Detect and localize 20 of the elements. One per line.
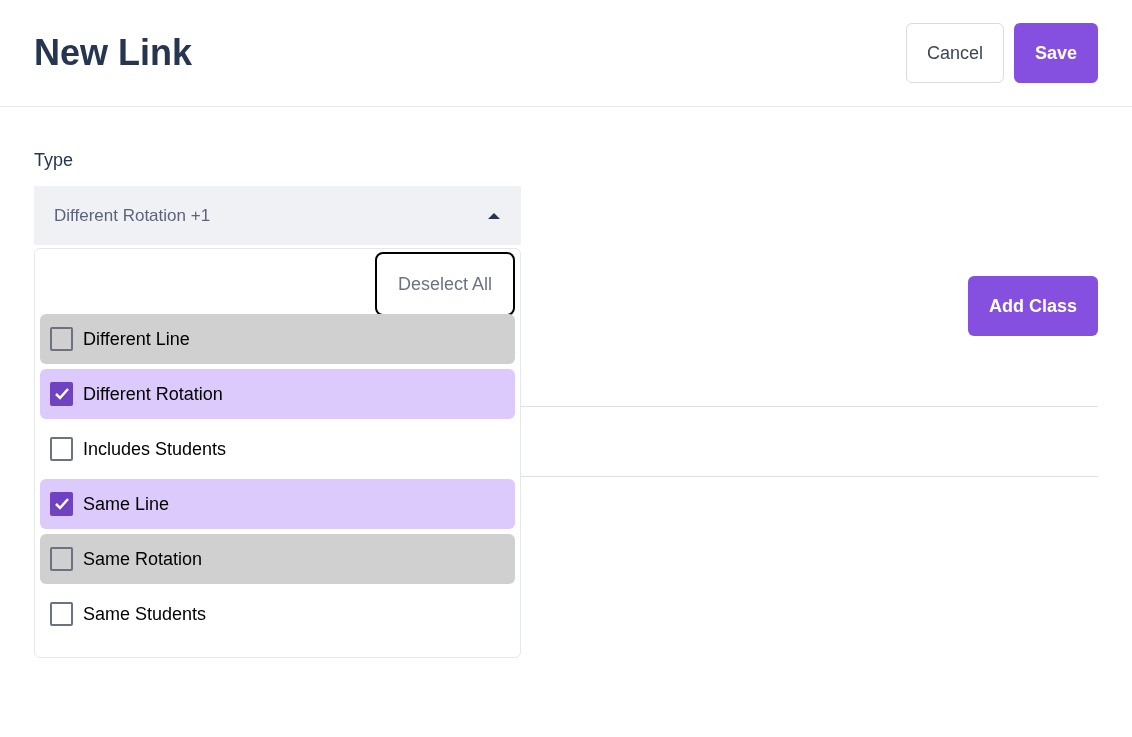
dropdown-option[interactable]: Different Rotation [40, 369, 515, 419]
save-button[interactable]: Save [1013, 23, 1098, 83]
page-title: New Link [34, 31, 193, 75]
checkbox[interactable] [50, 602, 73, 626]
dropdown-option[interactable]: Same Line [40, 479, 515, 529]
checkbox[interactable] [50, 547, 73, 571]
field-label: Type [34, 149, 75, 172]
checkbox[interactable] [50, 382, 73, 406]
dropdown-option[interactable]: Different Line [40, 314, 515, 364]
checkbox[interactable] [50, 492, 73, 516]
caret-icon [487, 211, 501, 220]
cancel-button[interactable]: Cancel [905, 23, 1004, 83]
checkbox[interactable] [50, 437, 73, 461]
checkmark-icon [53, 387, 70, 401]
dropdown-option[interactable]: Same Rotation [40, 534, 515, 584]
deselect-all-button[interactable]: Deselect All [374, 252, 515, 316]
checkmark-icon [53, 497, 70, 511]
type-select[interactable]: Different Rotation +1 [34, 186, 521, 245]
checkbox[interactable] [50, 327, 73, 351]
add-class-button[interactable]: Add Class [967, 276, 1098, 336]
